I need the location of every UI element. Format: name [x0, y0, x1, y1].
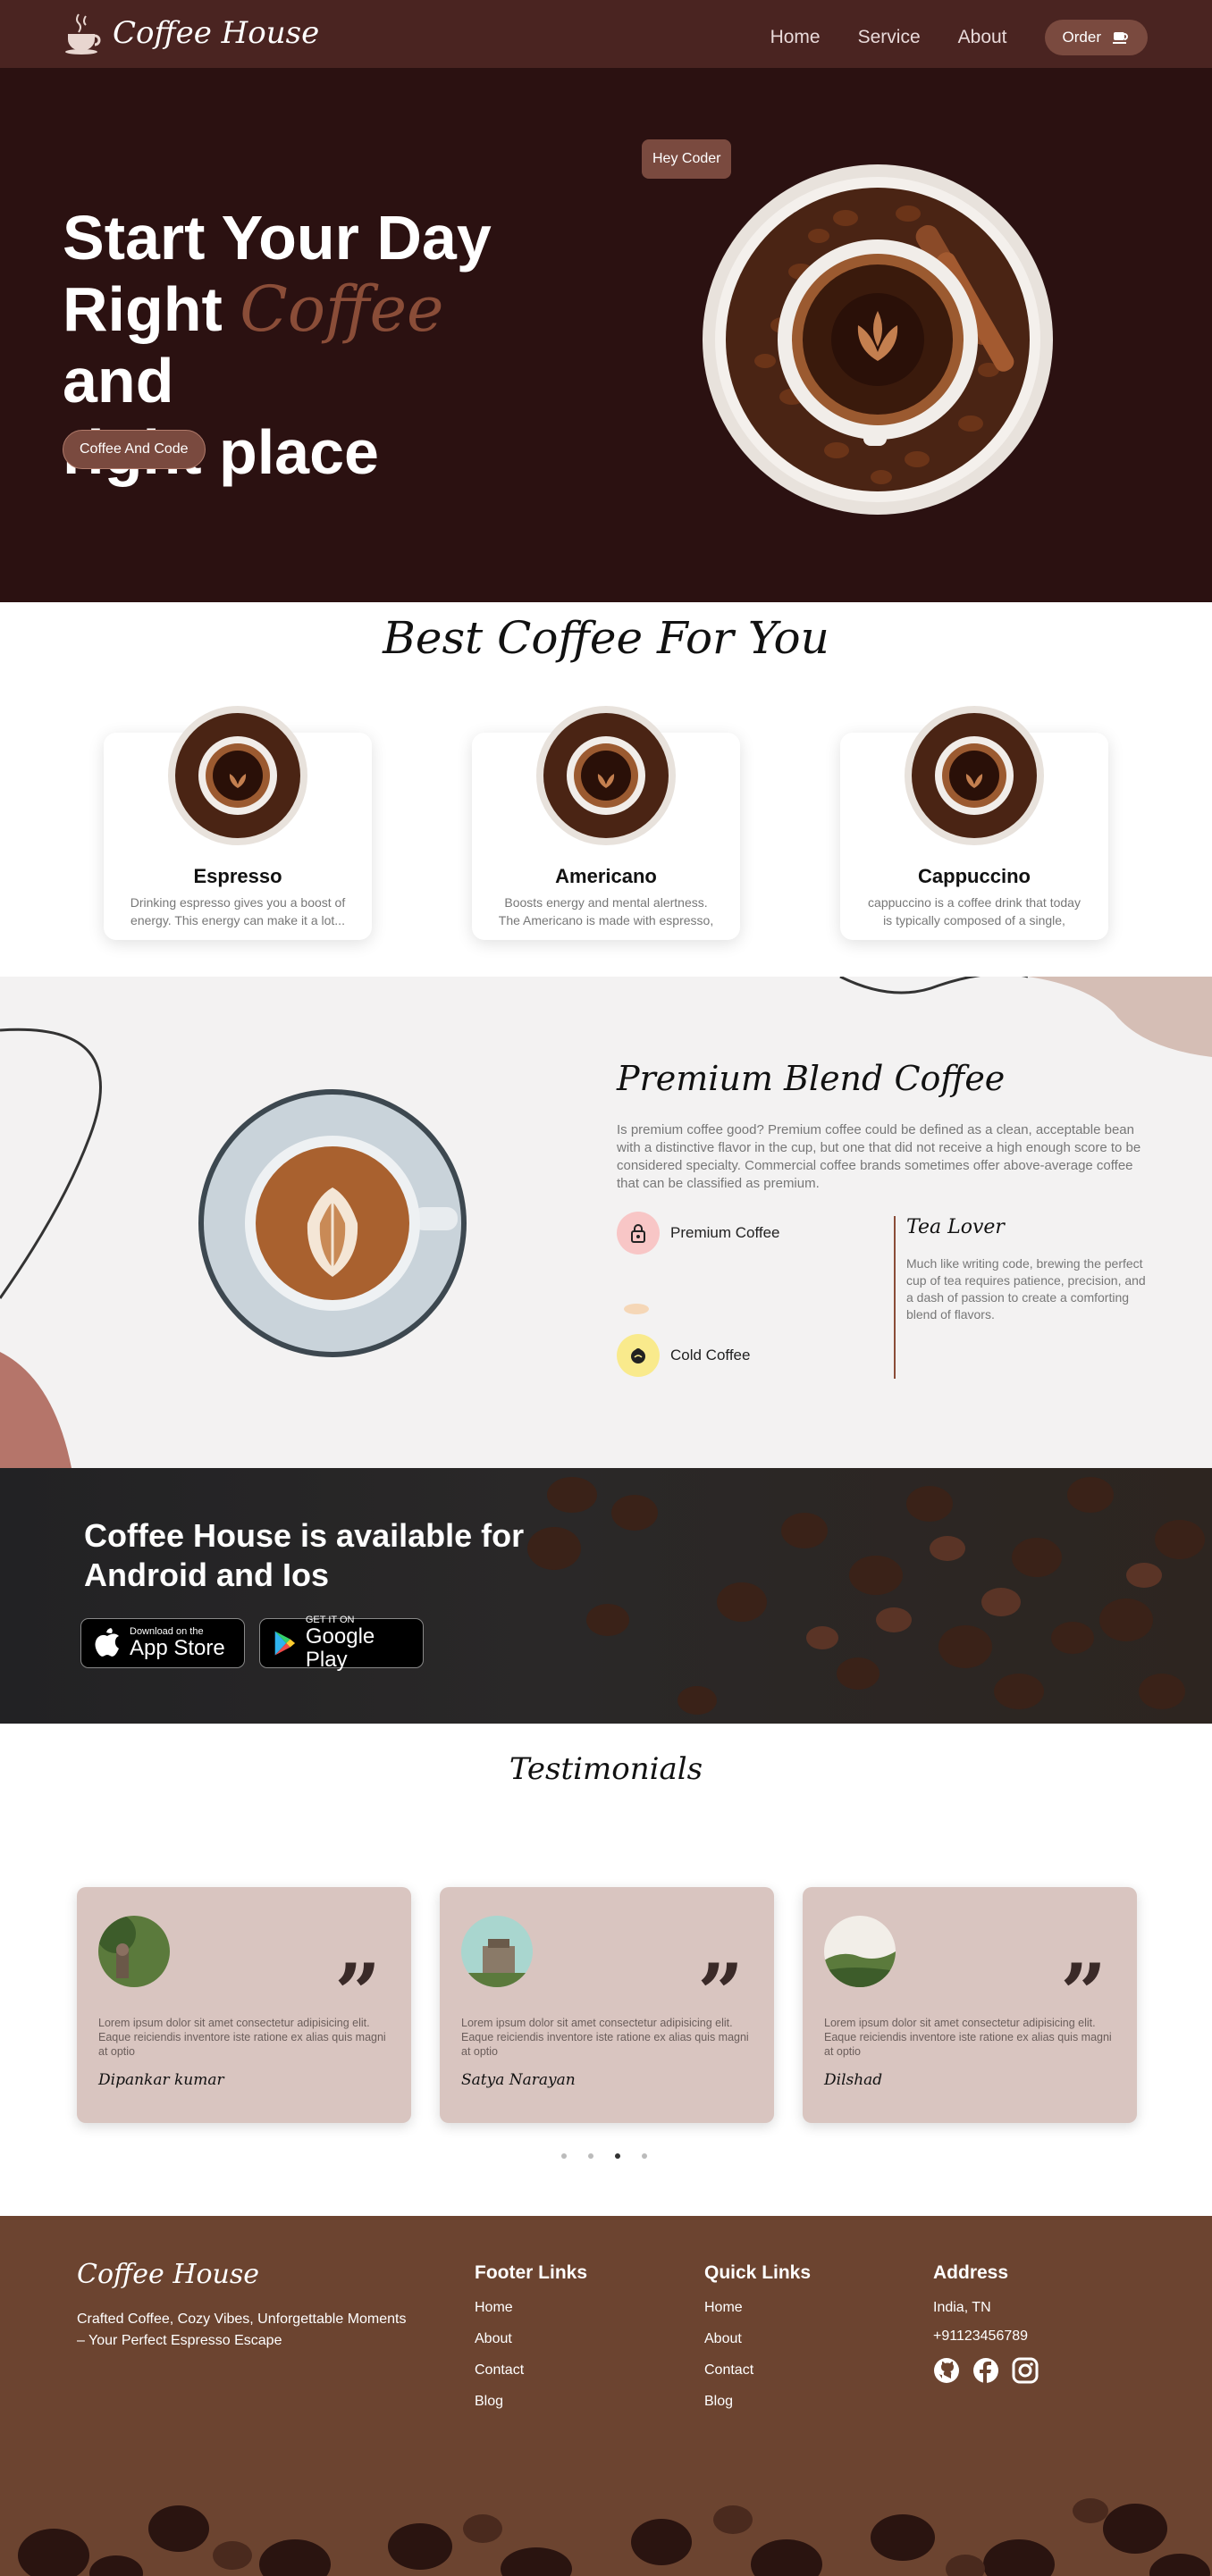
carousel-pagination: [561, 2153, 647, 2159]
brand-logo[interactable]: Coffee House: [63, 11, 319, 55]
quick-link-blog[interactable]: Blog: [704, 2394, 811, 2410]
quick-link-home[interactable]: Home: [704, 2300, 811, 2316]
testimonial-text: Lorem ipsum dolor sit amet consectetur a…: [824, 2017, 1112, 2058]
footer-links-column: Footer Links Home About Contact Blog: [475, 2262, 587, 2425]
footer-link-about[interactable]: About: [475, 2331, 587, 2347]
testimonial-text: Lorem ipsum dolor sit amet consectetur a…: [98, 2017, 386, 2058]
google-play-icon: [274, 1631, 296, 1656]
decorative-background: [0, 977, 1212, 1468]
testimonial-text: Lorem ipsum dolor sit amet consectetur a…: [461, 2017, 749, 2058]
hero-title-line2: Right Coffee and: [63, 273, 563, 416]
google-play-big: Google Play: [305, 1624, 375, 1672]
lock-icon: [617, 1212, 660, 1254]
premium-section: Premium Blend Coffee Is premium coffee g…: [0, 977, 1212, 1468]
feature-label: Cold Coffee: [670, 1347, 751, 1364]
footer-link-blog[interactable]: Blog: [475, 2394, 587, 2410]
hero-title-line1: Start Your Day: [63, 203, 492, 273]
instagram-icon[interactable]: [1012, 2357, 1039, 2384]
coffee-card-espresso[interactable]: Espresso Drinking espresso gives you a b…: [104, 706, 372, 940]
espresso-image: [168, 706, 307, 845]
coffee-bag-icon: [617, 1334, 660, 1377]
hero-section: Start Your Day Right Coffee and right pl…: [0, 68, 1212, 602]
card-title: Espresso: [193, 865, 282, 887]
phone-number: +91123456789: [933, 2328, 1029, 2344]
premium-title: Premium Blend Coffee: [617, 1059, 1006, 1098]
card-description: Boosts energy and mental alertness. The …: [498, 895, 714, 927]
coffee-card-americano[interactable]: Americano Boosts energy and mental alert…: [472, 706, 740, 940]
nav-links: Home Service About Order: [770, 20, 1148, 55]
address-line: India, TN: [933, 2300, 991, 2315]
app-title: Coffee House is available for Android an…: [84, 1517, 525, 1593]
americano-image: [536, 706, 676, 845]
testimonial-card: ” Lorem ipsum dolor sit amet consectetur…: [803, 1887, 1137, 2123]
order-label: Order: [1062, 29, 1101, 46]
quick-links-title: Quick Links: [704, 2262, 812, 2283]
footer: Coffee House Crafted Coffee, Cozy Vibes,…: [0, 2216, 1212, 2576]
google-play-text: GET IT ON Google Play: [306, 1615, 410, 1672]
app-store-big: App Store: [130, 1636, 225, 1660]
avatar: [824, 1916, 896, 1987]
carousel-dot[interactable]: [642, 2153, 647, 2159]
footer-link-home[interactable]: Home: [475, 2300, 587, 2316]
testimonial-author: Dipankar kumar: [98, 2071, 224, 2089]
avatar: [98, 1916, 170, 1987]
avatar: [461, 1916, 533, 1987]
coffee-and-code-button[interactable]: Coffee And Code: [63, 430, 206, 469]
card-description: Drinking espresso gives you a boost of e…: [130, 895, 346, 927]
nav-link-home[interactable]: Home: [770, 27, 821, 48]
hero-title-coffee: Coffee: [240, 273, 444, 346]
card-title: Americano: [555, 865, 657, 887]
footer-tagline: Crafted Coffee, Cozy Vibes, Unforgettabl…: [77, 2312, 407, 2348]
divider: [894, 1216, 896, 1379]
app-store-text: Download on the App Store: [130, 1626, 225, 1660]
carousel-dot-active[interactable]: [615, 2153, 620, 2159]
tea-lover-description: Much like writing code, brewing the perf…: [906, 1256, 1146, 1322]
quick-link-contact[interactable]: Contact: [704, 2362, 811, 2379]
coffee-beans-footer-decoration: [18, 2498, 1210, 2576]
hero-coffee-cup-image: [703, 164, 1053, 515]
tea-lover-title: Tea Lover: [906, 1216, 1005, 1238]
feature-cold-coffee: Cold Coffee: [617, 1334, 750, 1377]
testimonial-author: Dilshad: [824, 2071, 883, 2089]
feature-label: Premium Coffee: [670, 1224, 780, 1241]
github-icon[interactable]: [933, 2357, 960, 2384]
coffee-beans-background: [527, 1477, 1205, 1715]
hero-title-right: Right: [63, 274, 223, 344]
testimonials-title: Testimonials: [509, 1751, 703, 1787]
carousel-dot[interactable]: [588, 2153, 593, 2159]
app-store-button[interactable]: Download on the App Store: [80, 1618, 245, 1668]
quick-link-about[interactable]: About: [704, 2331, 811, 2347]
top-navbar: Coffee House Home Service About Order: [0, 0, 1212, 68]
google-play-button[interactable]: GET IT ON Google Play: [259, 1615, 424, 1672]
cappuccino-image: [905, 706, 1044, 845]
app-download-section: Coffee House is available for Android an…: [0, 1468, 1212, 1724]
brand-name: Coffee House: [113, 15, 320, 51]
best-coffee-title: Best Coffee For You: [383, 612, 829, 664]
hero-title-and: and: [63, 346, 174, 415]
premium-description: Is premium coffee good? Premium coffee c…: [617, 1122, 1141, 1191]
latte-cup-image: [198, 1089, 467, 1357]
cup-icon: [1113, 32, 1128, 44]
apple-icon: [95, 1628, 119, 1657]
testimonial-author: Satya Narayan: [461, 2071, 576, 2089]
social-links: [933, 2357, 1039, 2384]
coffee-card-cappuccino[interactable]: Cappuccino cappuccino is a coffee drink …: [840, 706, 1108, 940]
carousel-dot[interactable]: [561, 2153, 567, 2159]
coffee-cup-icon: [65, 13, 101, 55]
address-title: Address: [933, 2262, 1009, 2283]
nav-link-service[interactable]: Service: [858, 27, 921, 48]
facebook-icon[interactable]: [972, 2357, 999, 2384]
feature-premium-coffee: Premium Coffee: [617, 1212, 780, 1254]
footer-link-contact[interactable]: Contact: [475, 2362, 587, 2379]
testimonial-card: ” Lorem ipsum dolor sit amet consectetur…: [440, 1887, 774, 2123]
nav-link-about[interactable]: About: [958, 27, 1007, 48]
card-description: cappuccino is a coffee drink that today …: [868, 895, 1081, 927]
card-title: Cappuccino: [918, 865, 1031, 887]
order-button[interactable]: Order: [1044, 20, 1148, 55]
footer-brand: Coffee House: [77, 2259, 260, 2290]
footer-links-title: Footer Links: [475, 2262, 588, 2283]
address-column: Address India, TN +91123456789: [933, 2262, 1039, 2384]
quick-links-column: Quick Links Home About Contact Blog: [704, 2262, 811, 2425]
testimonial-card: ” Lorem ipsum dolor sit amet consectetur…: [77, 1887, 411, 2123]
